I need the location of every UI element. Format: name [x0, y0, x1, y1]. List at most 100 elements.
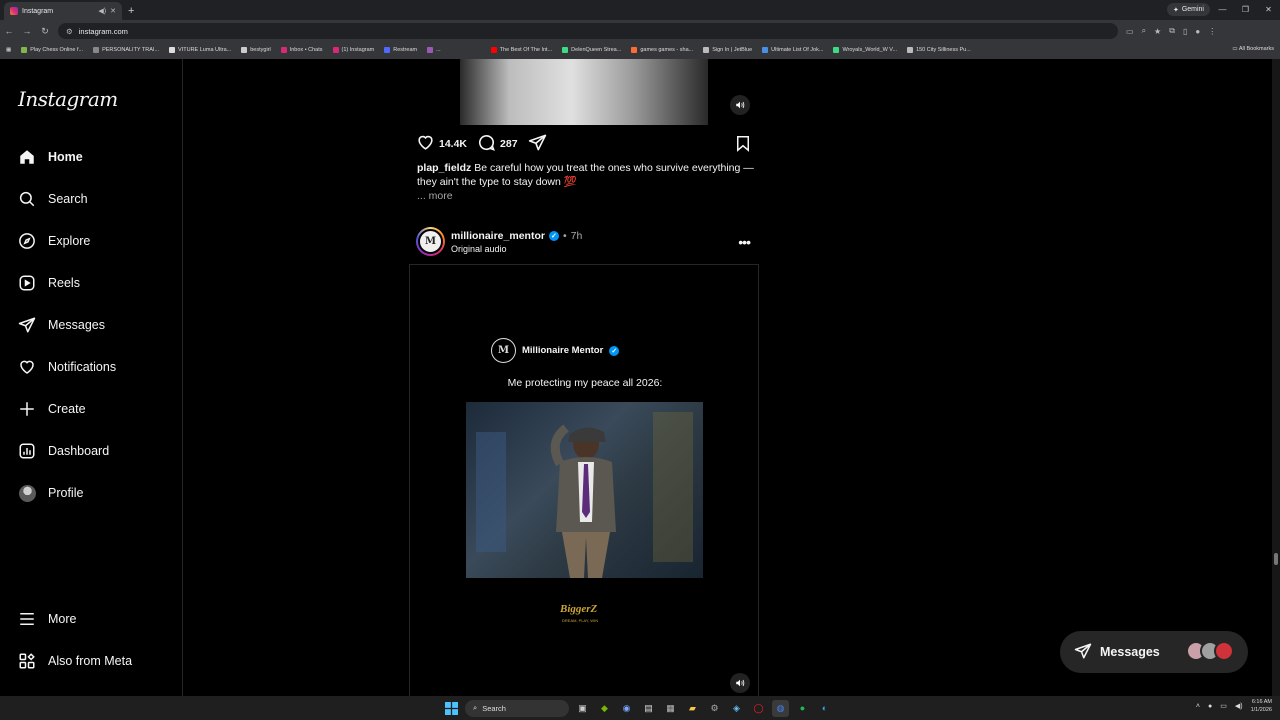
notepad-icon[interactable]: ▦ — [662, 700, 679, 717]
file-explorer-icon[interactable]: ▰ — [684, 700, 701, 717]
apps-icon[interactable]: ▦ — [6, 47, 11, 53]
sidebar-item-home[interactable]: Home — [18, 145, 83, 169]
spotify-icon[interactable]: ● — [794, 700, 811, 717]
like-icon[interactable] — [416, 133, 435, 155]
volume-icon[interactable]: ◀) — [1235, 702, 1243, 710]
sidebar-item-more[interactable]: More — [18, 607, 76, 631]
bookmark-item[interactable]: bestygirl — [241, 46, 271, 53]
opera-icon[interactable]: ◯ — [750, 700, 767, 717]
bookmark-item[interactable]: Wroyals_World_W V... — [833, 46, 897, 53]
bookmark-item[interactable]: Ultimate List Of Jok... — [762, 46, 823, 53]
new-tab-button[interactable]: + — [128, 5, 134, 17]
sidebar-item-label: Notifications — [48, 360, 117, 374]
profile-icon[interactable]: ● — [1195, 27, 1200, 36]
bookmark-item[interactable]: The Best Of The Int... — [490, 46, 552, 53]
sidepanel-icon[interactable]: ▯ — [1183, 27, 1187, 36]
bookmark-item[interactable]: ... — [427, 46, 441, 53]
cast-icon[interactable]: ▭ — [1126, 27, 1134, 36]
chrome-menu-icon[interactable]: ⋮ — [1208, 27, 1216, 36]
restore-icon[interactable]: ❐ — [1234, 0, 1257, 20]
like-count[interactable]: 14.4K — [439, 138, 467, 150]
windows-start-icon[interactable] — [443, 700, 460, 717]
tab-close-icon[interactable]: ✕ — [110, 7, 116, 15]
close-window-icon[interactable]: ✕ — [1257, 0, 1280, 20]
network-icon[interactable]: ▭ — [1220, 702, 1227, 710]
avatar — [1214, 641, 1234, 661]
steam-icon[interactable]: ◈ — [728, 700, 745, 717]
sidebar-item-create[interactable]: Create — [18, 397, 86, 421]
sidebar-item-profile[interactable]: Profile — [18, 481, 83, 505]
bookmark-item[interactable]: PERSONALITY TRAI... — [93, 46, 159, 53]
comment-icon[interactable] — [477, 133, 496, 155]
share-icon[interactable] — [528, 133, 547, 155]
sidebar-item-messages[interactable]: Messages — [18, 313, 105, 337]
reload-icon[interactable]: ↻ — [40, 26, 50, 37]
sidebar-item-explore[interactable]: Explore — [18, 229, 90, 253]
post-image — [460, 59, 708, 125]
taskbar-search[interactable]: ⌕ Search — [465, 699, 569, 717]
chrome-icon[interactable]: ◍ — [772, 699, 789, 717]
sidebar-item-reels[interactable]: Reels — [18, 271, 80, 295]
bookmark-item[interactable]: Restream — [384, 46, 417, 53]
address-bar[interactable]: ⚙ instagram.com — [58, 23, 1118, 39]
zoom-icon[interactable]: ⌕ — [1142, 26, 1146, 36]
hamburger-icon — [18, 610, 36, 628]
more-options-icon[interactable]: ••• — [738, 234, 751, 250]
caption-username[interactable]: plap_fieldz — [417, 162, 471, 174]
page-scrollbar[interactable] — [1272, 59, 1280, 696]
sound-icon[interactable] — [730, 673, 750, 693]
sidebar-item-also-from-meta[interactable]: Also from Meta — [18, 649, 132, 673]
bookmark-item[interactable]: Inbox • Chats — [280, 46, 323, 53]
bookmark-item[interactable]: Sign In | JetBlue — [703, 46, 752, 53]
avatar[interactable]: M — [416, 227, 445, 256]
reel-video[interactable]: M Millionaire Mentor ✓ Me protecting my … — [409, 264, 759, 696]
sidebar-item-notifications[interactable]: Notifications — [18, 355, 116, 379]
minimize-icon[interactable]: — — [1211, 0, 1234, 20]
microphone-icon[interactable]: ● — [1208, 703, 1212, 710]
system-clock[interactable]: 6:16 AM 1/1/2026 — [1251, 698, 1272, 714]
file-icon[interactable]: ▤ — [640, 700, 657, 717]
back-icon[interactable]: ← — [4, 26, 14, 36]
gemini-button[interactable]: ✦ Gemini — [1166, 3, 1210, 16]
tray-chevron-icon[interactable]: ˄ — [1196, 703, 1200, 710]
bookmark-item[interactable]: DelenQueen Strea... — [562, 46, 621, 53]
instagram-logo[interactable]: Instagram — [18, 87, 118, 111]
comment-count[interactable]: 287 — [500, 138, 518, 150]
overlay-text: Me protecting my peace all 2026: — [507, 377, 663, 389]
bookmark-favicon-icon — [169, 46, 176, 53]
original-audio-link[interactable]: Original audio — [451, 244, 507, 254]
post-username[interactable]: millionaire_mentor — [451, 230, 545, 242]
browser-tab[interactable]: Instagram ◀) ✕ — [4, 2, 122, 20]
sidebar-item-label: Explore — [48, 234, 91, 248]
post-time[interactable]: 7h — [571, 230, 583, 242]
task-view-icon[interactable]: ▣ — [574, 700, 591, 717]
nvidia-icon[interactable]: ◆ — [596, 700, 613, 717]
bookmark-item[interactable]: Play Chess Online f... — [21, 46, 83, 53]
messages-pill[interactable]: Messages — [1060, 631, 1248, 673]
bookmark-favicon-icon — [241, 46, 248, 53]
post-actions: 14.4K 287 — [416, 134, 752, 154]
messages-icon — [18, 316, 36, 334]
sidebar-item-search[interactable]: Search — [18, 187, 88, 211]
bookmark-item[interactable]: (1) Instagram — [332, 46, 374, 53]
bookmark-item[interactable]: games games - sha... — [631, 46, 693, 53]
caption-more-link[interactable]: ... more — [417, 190, 453, 202]
bookmark-favicon-icon — [427, 46, 434, 53]
forward-icon[interactable]: → — [22, 26, 32, 36]
site-info-icon[interactable]: ⚙ — [66, 27, 73, 36]
post-media[interactable] — [409, 59, 759, 125]
post-caption: plap_fieldz Be careful how you treat the… — [417, 162, 757, 189]
settings-icon[interactable]: ⚙ — [706, 700, 723, 717]
all-bookmarks[interactable]: ▭ All Bookmarks — [1232, 46, 1274, 52]
copilot-icon[interactable]: ◉ — [618, 700, 635, 717]
edge-icon[interactable]: ◐ — [816, 700, 833, 717]
tab-audio-icon[interactable]: ◀) — [98, 7, 106, 15]
save-bookmark-icon[interactable] — [734, 134, 752, 156]
sidebar-item-dashboard[interactable]: Dashboard — [18, 439, 109, 463]
sidebar-item-label: Create — [48, 402, 86, 416]
sound-icon[interactable] — [730, 95, 750, 115]
extensions-icon[interactable]: ⧉ — [1169, 26, 1175, 36]
bookmark-item[interactable]: 150 City Silliness Pu... — [907, 46, 971, 53]
bookmark-item[interactable]: VITURE Luma Ultra... — [169, 46, 231, 53]
bookmark-star-icon[interactable]: ★ — [1154, 27, 1161, 36]
